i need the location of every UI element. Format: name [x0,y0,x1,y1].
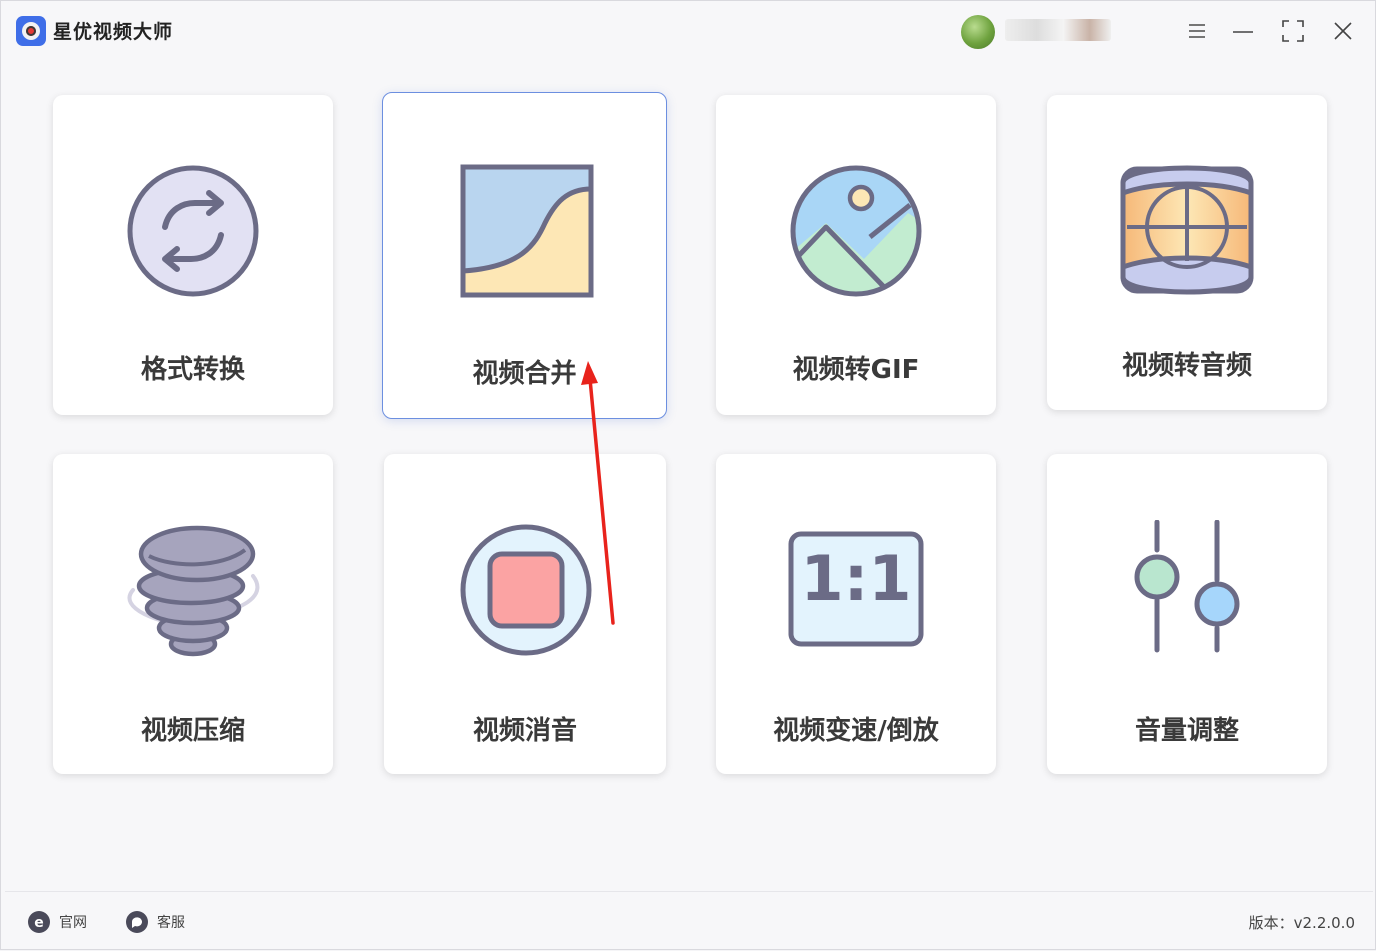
tornado-icon [127,525,260,657]
refresh-circle-icon [127,165,259,297]
card-label: 视频转GIF [792,355,920,385]
merge-image-icon [460,164,594,298]
stop-circle-icon [460,524,592,656]
minimize-button[interactable] [1227,15,1259,47]
browser-e-icon: e [28,911,50,933]
menu-icon [1189,24,1205,38]
card-label: 视频变速/倒放 [773,716,939,746]
sliders-icon [1134,520,1240,653]
svg-text:e: e [34,915,44,931]
card-video-mute[interactable]: 视频消音 [384,454,666,774]
version-label: 版本：v2.2.0.0 [1248,914,1355,932]
ratio-text: 1:1 [800,542,912,615]
app-title: 星优视频大师 [53,21,174,43]
website-label: 官网 [59,915,87,931]
footer: e 官网 客服 版本：v2.2.0.0 [5,891,1373,950]
fullscreen-icon [1282,20,1304,42]
card-label: 视频压缩 [140,716,245,746]
card-volume-adjust[interactable]: 音量调整 [1047,454,1327,774]
card-label: 视频合并 [472,359,577,389]
close-button[interactable] [1327,15,1359,47]
audio-globe-icon [1120,165,1254,295]
card-format-convert[interactable]: 格式转换 [53,95,333,415]
avatar[interactable] [961,15,995,49]
card-video-merge[interactable]: 视频合并 [382,92,667,419]
card-video-to-audio[interactable]: 视频转音频 [1047,95,1327,410]
maximize-button[interactable] [1277,15,1309,47]
minimize-icon [1233,31,1253,33]
chat-bubble-icon [126,911,148,933]
menu-button[interactable] [1181,15,1213,47]
close-icon [1334,22,1352,40]
card-video-compress[interactable]: 视频压缩 [53,454,333,774]
user-name[interactable]: dey [1005,19,1111,41]
app-window: 星优视频大师 dey [0,0,1376,950]
card-label: 格式转换 [140,355,245,385]
picture-circle-icon [790,165,922,297]
support-label: 客服 [157,915,185,931]
card-label: 音量调整 [1134,716,1239,746]
title-bar: 星优视频大师 dey [1,1,1376,61]
card-label: 视频转音频 [1121,351,1252,381]
card-video-to-gif[interactable]: 视频转GIF [716,95,996,415]
card-video-speed-reverse[interactable]: 1:1 视频变速/倒放 [716,454,996,774]
app-logo-icon [16,16,46,46]
card-label: 视频消音 [472,716,577,746]
